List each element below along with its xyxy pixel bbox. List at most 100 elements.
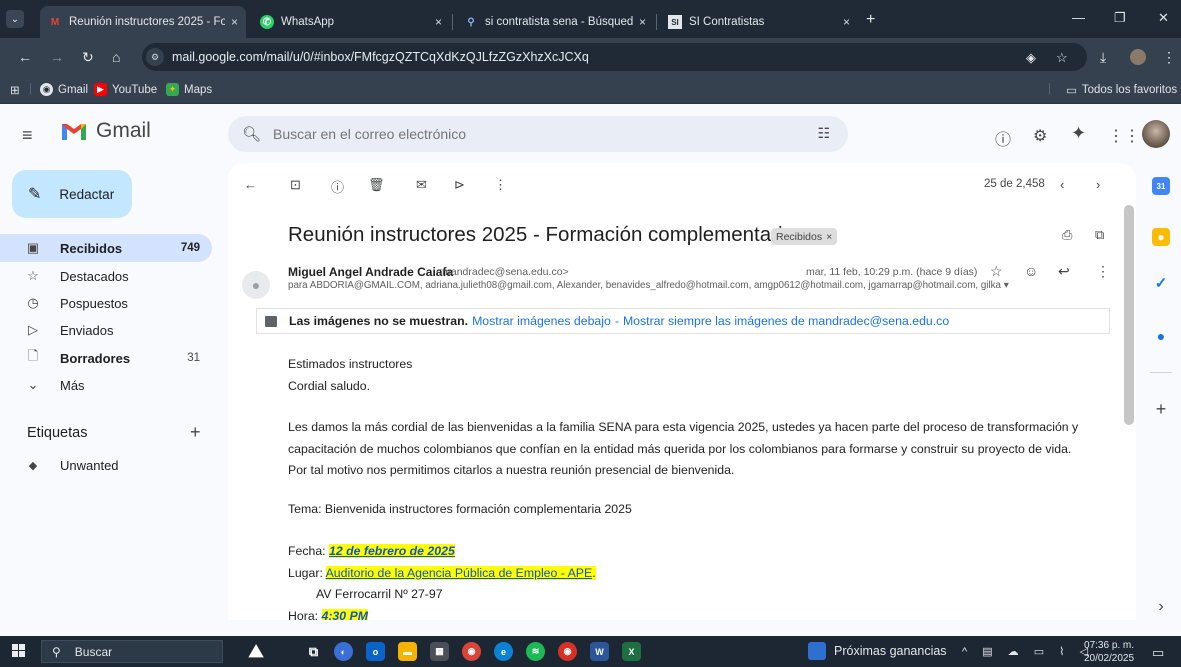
search-input[interactable] xyxy=(273,126,794,142)
address-bar[interactable]: ⚙ mail.google.com/mail/u/0/#inbox/FMfcgz… xyxy=(142,43,1087,71)
close-icon[interactable]: × xyxy=(843,15,850,29)
add-addon-icon[interactable]: + xyxy=(1152,399,1170,419)
calendar-icon[interactable]: 31 xyxy=(1152,177,1170,195)
recipients-dropdown-icon[interactable]: ▾ xyxy=(1004,280,1009,291)
scrollbar-thumb[interactable] xyxy=(1124,205,1134,425)
settings-gear-icon[interactable]: ⚙ xyxy=(1033,126,1047,146)
search-icon[interactable]: 🔍︎ xyxy=(242,125,261,143)
tab-search-icon[interactable]: ⌄ xyxy=(6,10,24,28)
spotify-icon[interactable]: ≋ xyxy=(526,642,545,661)
task-view-icon[interactable]: ⧉ xyxy=(304,642,323,661)
email-subject: Reunión instructores 2025 - Formación co… xyxy=(288,223,794,246)
sender-avatar[interactable]: ● xyxy=(242,271,270,299)
gemini-sparkle-icon[interactable]: ✦ xyxy=(1071,123,1086,144)
new-tab-button[interactable]: + xyxy=(866,11,875,29)
search-options-icon[interactable]: ☷ xyxy=(817,125,830,142)
download-icon[interactable]: ⤓ xyxy=(1100,49,1106,66)
chrome-profile-icon[interactable]: ◉ xyxy=(558,642,577,661)
tab-whatsapp[interactable]: ✆ WhatsApp × xyxy=(252,6,450,38)
more-message-options-icon[interactable]: ⋮ xyxy=(1096,263,1110,280)
chrome-icon[interactable]: ◉ xyxy=(462,642,481,661)
home-icon[interactable]: ⌂ xyxy=(112,49,120,65)
newer-chevron-icon[interactable]: ‹ xyxy=(1060,177,1064,192)
bookmark-maps[interactable]: ✦ Maps xyxy=(166,83,212,96)
older-chevron-icon[interactable]: › xyxy=(1096,177,1100,192)
label-unwanted[interactable]: ◆ Unwanted xyxy=(0,451,212,479)
restore-icon[interactable]: ❐ xyxy=(1114,10,1126,26)
close-icon[interactable]: × xyxy=(231,15,238,29)
archive-icon[interactable]: ⊡ xyxy=(290,177,301,193)
account-avatar[interactable] xyxy=(1142,120,1170,148)
notifications-icon[interactable]: ▭ xyxy=(1152,645,1164,661)
lugar-line: Lugar: Auditorio de la Agencia Pública d… xyxy=(288,565,596,580)
nav-item-more[interactable]: ⌄ Más xyxy=(0,371,212,399)
taskbar-clock[interactable]: 07:36 p. m. 20/02/2025 xyxy=(1084,639,1134,665)
system-tray[interactable]: ^ ▤ ☁ ▭ ⌇ ◁ xyxy=(962,645,1094,658)
edge-icon[interactable]: e xyxy=(494,642,513,661)
gmail-logo[interactable]: Gmail xyxy=(60,119,151,143)
nav-item-drafts[interactable]: 🗋 Borradores 31 xyxy=(0,344,212,372)
reply-icon[interactable]: ↩ xyxy=(1058,263,1070,280)
support-icon[interactable]: ⓘ xyxy=(995,126,1011,150)
show-images-below-link[interactable]: Mostrar imágenes debajo xyxy=(472,314,611,328)
apps-grid-icon[interactable]: ⊞ xyxy=(10,83,20,97)
word-icon[interactable]: W xyxy=(590,642,609,661)
reload-icon[interactable]: ↻ xyxy=(82,49,94,66)
tab-search[interactable]: ⚲ si contratista sena - Búsqueda × xyxy=(456,6,654,38)
star-icon[interactable]: ☆ xyxy=(990,263,1003,280)
bookmark-youtube[interactable]: ▶ YouTube xyxy=(94,83,157,96)
back-to-inbox-icon[interactable]: ← xyxy=(244,177,257,192)
main-menu-icon[interactable]: ≡ xyxy=(22,125,33,146)
move-to-icon[interactable]: ⊳ xyxy=(454,177,465,193)
bookmark-star-icon[interactable]: ☆ xyxy=(1056,50,1068,66)
nav-item-snoozed[interactable]: ◷ Pospuestos xyxy=(0,289,212,317)
remove-label-icon[interactable]: × xyxy=(826,231,832,243)
taskbar-search[interactable]: ⚲ Buscar xyxy=(41,640,223,663)
forward-icon[interactable]: → xyxy=(50,49,64,65)
mark-unread-icon[interactable]: ✉ xyxy=(416,177,427,193)
print-icon[interactable]: ⎙ xyxy=(1062,227,1072,243)
search-bar[interactable]: 🔍︎ ☷ xyxy=(228,116,848,152)
close-window-icon[interactable]: ✕ xyxy=(1158,10,1169,26)
search-icon: ⚲ xyxy=(52,644,61,659)
taskbar-widget[interactable]: Próximas ganancias xyxy=(808,642,947,660)
tab-si-contratistas[interactable]: SI SI Contratistas × xyxy=(660,6,858,38)
compose-button[interactable]: ✎ Redactar xyxy=(12,170,132,218)
nav-item-sent[interactable]: ▷ Enviados xyxy=(0,316,212,344)
minimize-icon[interactable]: — xyxy=(1072,10,1085,25)
emoji-react-icon[interactable]: ☺ xyxy=(1024,263,1038,279)
tasks-icon[interactable]: ✓ xyxy=(1152,274,1170,292)
browser-menu-icon[interactable]: ⋮ xyxy=(1162,49,1176,66)
mountain-highlight-icon[interactable]: ⛰ xyxy=(232,641,280,661)
copilot-icon[interactable]: ◐ xyxy=(334,642,353,661)
lugar-link[interactable]: Auditorio de la Agencia Pública de Emple… xyxy=(325,565,593,580)
tab-gmail[interactable]: M Reunión instructores 2025 - For × xyxy=(40,6,246,38)
site-info-icon[interactable]: ⚙ xyxy=(146,48,164,66)
nav-item-inbox[interactable]: ▣ Recibidos 749 xyxy=(0,234,212,262)
open-new-window-icon[interactable]: ⧉ xyxy=(1095,227,1104,243)
expand-panel-chevron-icon[interactable]: › xyxy=(1152,598,1170,616)
sender-name[interactable]: Miguel Angel Andrade Caiafa xyxy=(288,265,453,279)
contacts-icon[interactable]: ● xyxy=(1152,327,1170,345)
back-icon[interactable]: ← xyxy=(18,49,32,65)
nav-item-starred[interactable]: ☆ Destacados xyxy=(0,262,212,290)
outlook-icon[interactable]: o xyxy=(366,642,385,661)
windows-start-icon[interactable] xyxy=(12,644,26,658)
delete-icon[interactable]: 🗑︎ xyxy=(368,177,385,193)
file-explorer-icon[interactable]: ▬ xyxy=(398,642,417,661)
add-label-icon[interactable]: + xyxy=(190,422,201,443)
always-show-images-link[interactable]: Mostrar siempre las imágenes de mandrade… xyxy=(623,314,949,328)
excel-icon[interactable]: X xyxy=(622,642,641,661)
close-icon[interactable]: × xyxy=(435,15,442,29)
profile-avatar[interactable] xyxy=(1130,49,1146,65)
report-spam-icon[interactable]: ⓘ xyxy=(331,177,344,196)
more-options-icon[interactable]: ⋮ xyxy=(494,177,507,193)
close-icon[interactable]: × xyxy=(639,15,646,29)
inbox-label-chip[interactable]: Recibidos × xyxy=(771,228,838,245)
keep-icon[interactable]: ● xyxy=(1152,228,1170,246)
all-bookmarks-folder[interactable]: ▭ Todos los favoritos xyxy=(1066,83,1177,97)
recipients-line[interactable]: para ABDORIA@GMAIL.COM, adriana.julieth0… xyxy=(288,280,1078,291)
eye-icon[interactable]: ◈ xyxy=(1026,50,1036,66)
bookmark-gmail[interactable]: ◉ Gmail xyxy=(40,83,88,96)
store-icon[interactable]: ▦ xyxy=(430,642,449,661)
